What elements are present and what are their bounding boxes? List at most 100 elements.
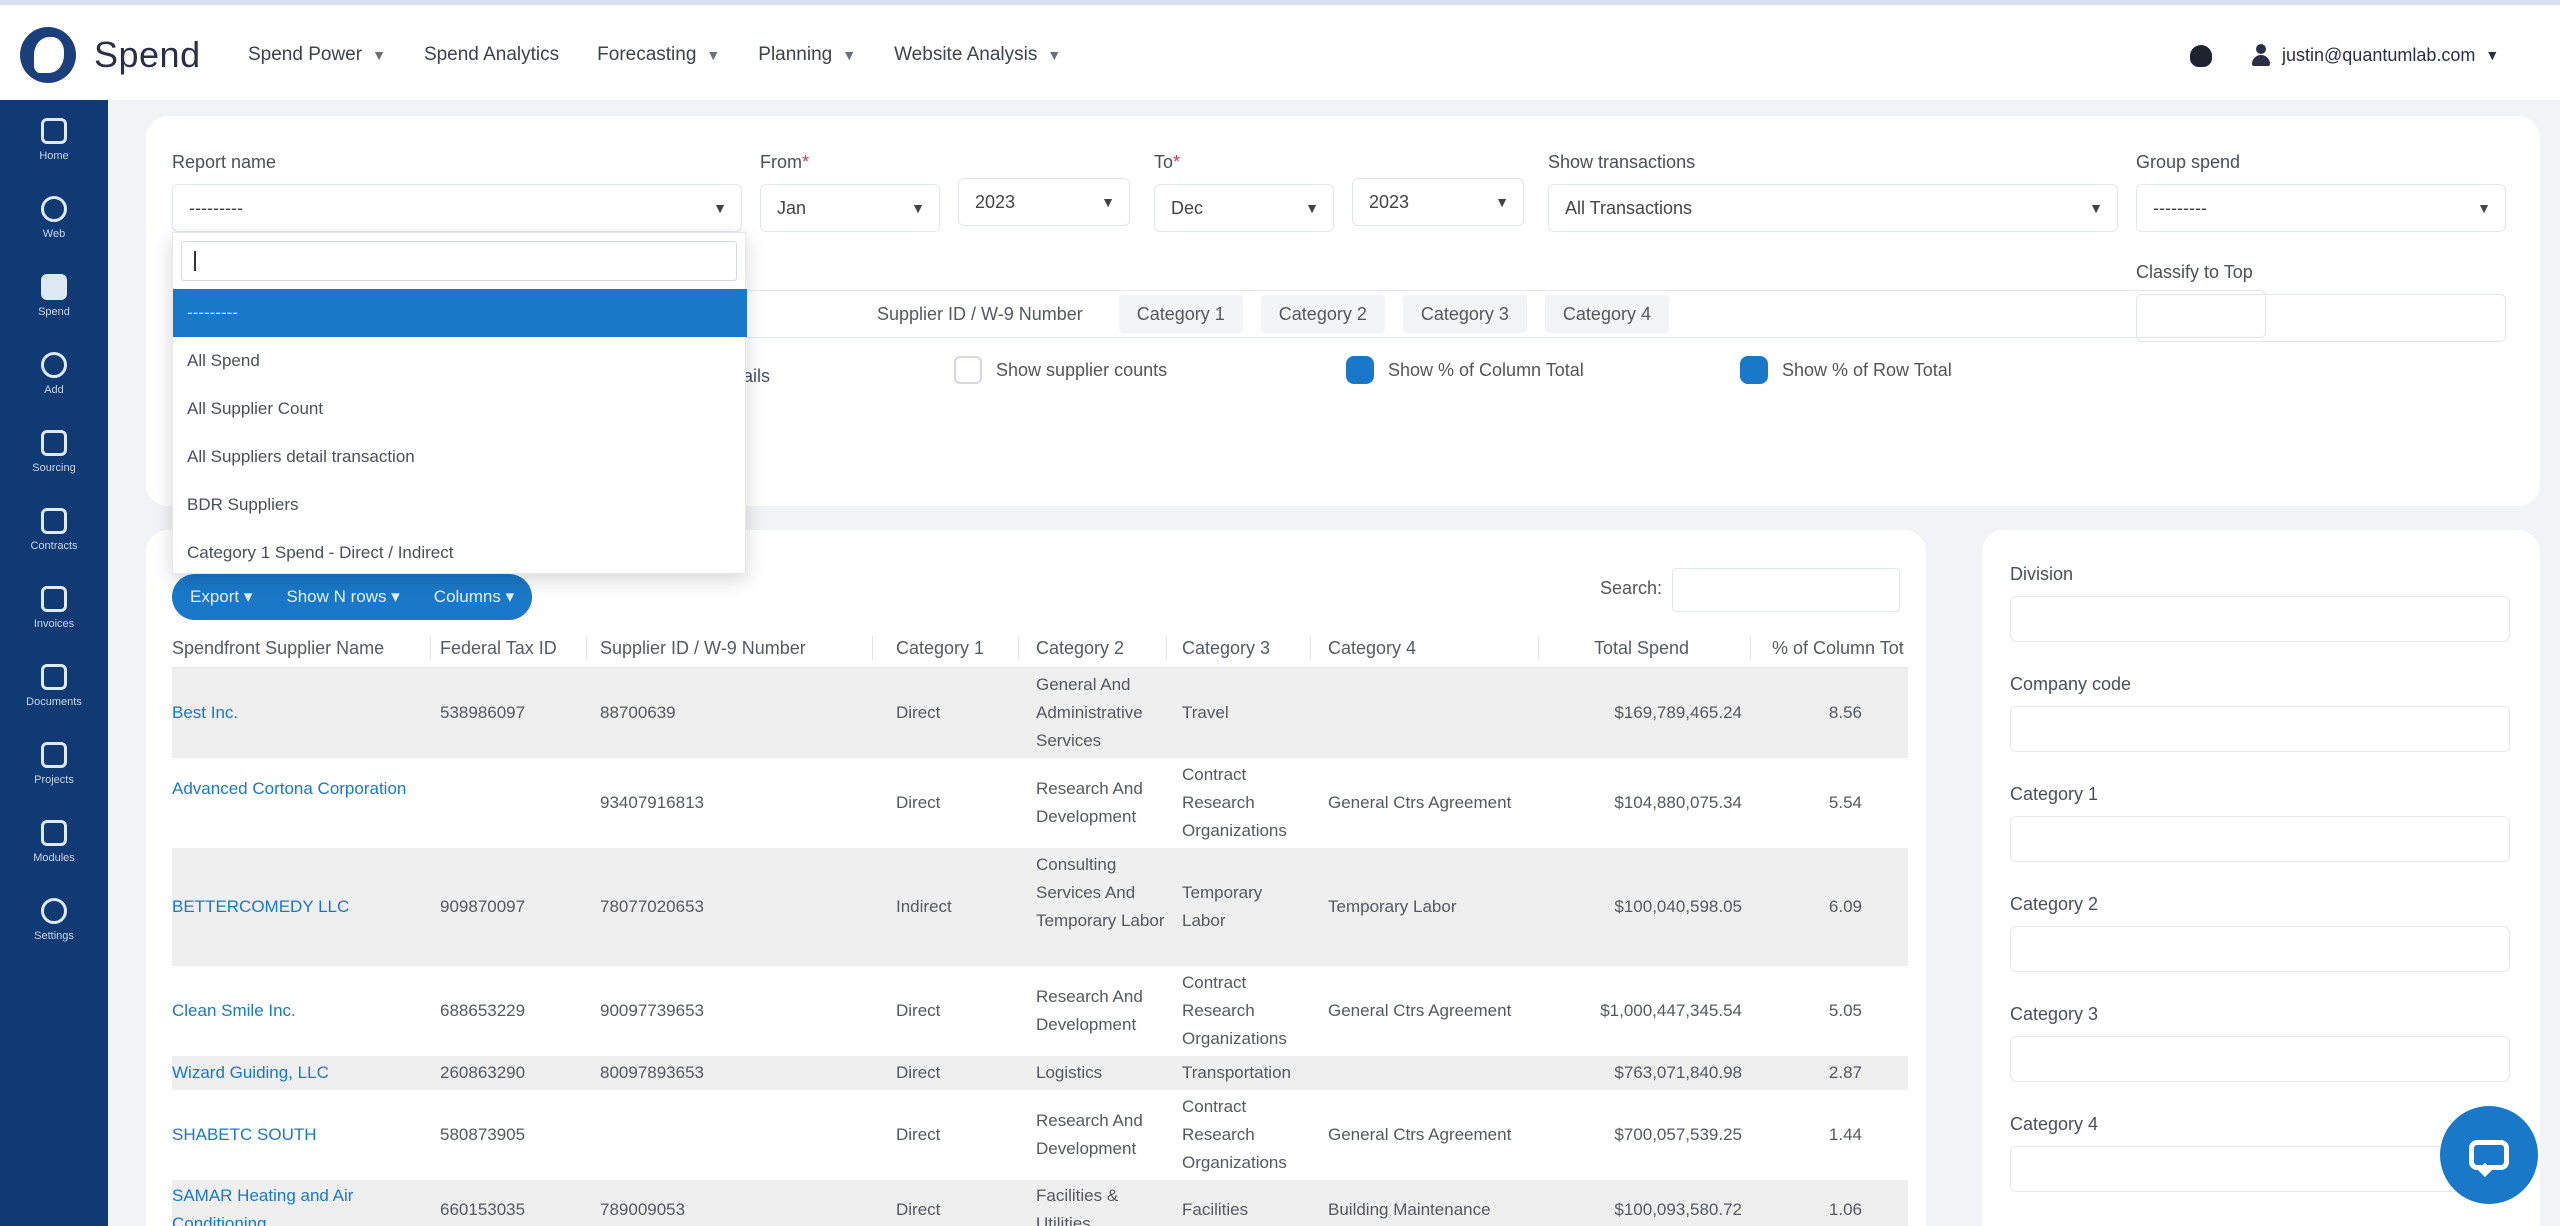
option-pct-column-total[interactable]: Show % of Column Total — [1346, 356, 1584, 384]
dropdown-option[interactable]: Category 1 Spend - Direct / Indirect — [173, 529, 747, 577]
table-row: SAMAR Heating and Air Conditioning 66015… — [172, 1180, 1908, 1226]
supplier-name-link[interactable]: Wizard Guiding, LLC — [172, 1059, 422, 1087]
supplier-name-link[interactable]: Advanced Cortona Corporation — [172, 775, 422, 803]
sidebar-item-label: Contracts — [30, 540, 78, 552]
main-nav: Spend Power ▼ Spend Analytics Forecasting… — [248, 5, 1099, 105]
column-header[interactable]: Category 1 — [896, 638, 984, 659]
checkbox[interactable] — [954, 356, 982, 384]
select-value: --------- — [189, 197, 243, 218]
column-selector[interactable]: Supplier ID / W-9 Number Category 1 Cate… — [716, 290, 2266, 338]
nav-item-spend-analytics[interactable]: Spend Analytics — [424, 44, 559, 66]
sidebar-item-add[interactable]: Add — [0, 346, 108, 416]
pct-column-cell: 1.06 — [1828, 1200, 1862, 1219]
column-header[interactable]: Category 4 — [1328, 638, 1416, 659]
dropdown-search-input[interactable] — [181, 241, 737, 281]
column-header[interactable]: Category 2 — [1036, 638, 1124, 659]
to-year-select[interactable]: 2023 ▼ — [1352, 178, 1524, 226]
sidebar-item-web[interactable]: Web — [0, 190, 108, 260]
supplier-name-link[interactable]: Clean Smile Inc. — [172, 997, 422, 1025]
select-value: 2023 — [1369, 191, 1410, 212]
category4-cell: General Ctrs Agreement — [1328, 1001, 1512, 1020]
sidebar-item-sourcing[interactable]: Sourcing — [0, 424, 108, 494]
report-name-select[interactable]: --------- ▼ — [172, 184, 742, 232]
category3-cell: Transportation — [1182, 1063, 1291, 1082]
sidebar-item-settings[interactable]: Settings — [0, 892, 108, 962]
nav-item-spend-power[interactable]: Spend Power ▼ — [248, 44, 386, 66]
category2-input[interactable] — [2010, 926, 2510, 972]
column-chip[interactable]: Category 4 — [1544, 295, 1669, 333]
supplier-name-link[interactable]: SHABETC SOUTH — [172, 1121, 422, 1149]
sidebar-item-projects[interactable]: Projects — [0, 736, 108, 806]
option-supplier-counts[interactable]: Show supplier counts — [954, 356, 1167, 384]
total-spend-cell: $763,071,840.98 — [1614, 1063, 1742, 1082]
brand[interactable]: Spend — [20, 23, 201, 87]
nav-item-planning[interactable]: Planning ▼ — [758, 44, 856, 66]
dropdown-option[interactable]: All Suppliers detail transaction — [173, 433, 747, 481]
supplier-name-link[interactable]: Best Inc. — [172, 699, 422, 727]
column-header[interactable]: % of Column Tot — [1772, 638, 1904, 659]
checkbox-checked[interactable] — [1346, 356, 1374, 384]
category2-cell: Research And Development — [1036, 987, 1143, 1034]
sidebar-item-documents[interactable]: Documents — [0, 658, 108, 728]
division-input[interactable] — [2010, 596, 2510, 642]
show-rows-button[interactable]: Show N rows ▾ — [286, 587, 399, 607]
columns-button[interactable]: Columns ▾ — [434, 587, 514, 607]
category1-input[interactable] — [2010, 816, 2510, 862]
nav-item-website-analysis[interactable]: Website Analysis ▼ — [894, 44, 1061, 66]
sidebar-item-spend[interactable]: Spend — [0, 268, 108, 338]
folder-icon — [41, 664, 67, 690]
report-table-card: Export ▾ Show N rows ▾ Columns ▾ Search:… — [146, 530, 1926, 1226]
sidebar-item-invoices[interactable]: Invoices — [0, 580, 108, 650]
category3-input[interactable] — [2010, 1036, 2510, 1082]
group-spend-select[interactable]: --------- ▼ — [2136, 184, 2506, 232]
tax-id-cell: 660153035 — [440, 1200, 526, 1219]
category4-input[interactable] — [2010, 1146, 2510, 1192]
column-chip[interactable]: Category 1 — [1118, 295, 1243, 333]
sidebar-item-label: Spend — [38, 306, 70, 318]
sidebar-item-label: Settings — [34, 930, 74, 942]
dropdown-option[interactable]: All Supplier Count — [173, 385, 747, 433]
sidebar-item-home[interactable]: Home — [0, 112, 108, 182]
chat-widget-button[interactable] — [2440, 1106, 2538, 1204]
export-button[interactable]: Export ▾ — [190, 587, 252, 607]
notification-bell-icon[interactable] — [2190, 45, 2212, 67]
company-code-input[interactable] — [2010, 706, 2510, 752]
category2-cell: Research And Development — [1036, 779, 1143, 826]
to-month-select[interactable]: Dec ▼ — [1154, 184, 1334, 232]
column-chip[interactable]: Supplier ID / W-9 Number — [747, 295, 1101, 333]
supplier-name-link[interactable]: SAMAR Heating and Air Conditioning — [172, 1182, 422, 1226]
dropdown-option[interactable]: BDR Suppliers — [173, 481, 747, 529]
user-menu[interactable]: justin@quantumlab.com ▼ — [2252, 39, 2499, 71]
user-email: justin@quantumlab.com — [2282, 44, 2476, 65]
column-header[interactable]: Category 3 — [1182, 638, 1270, 659]
total-spend-cell: $100,093,580.72 — [1614, 1200, 1742, 1219]
dropdown-option[interactable]: All Spend — [173, 337, 747, 385]
pct-column-cell: 6.09 — [1828, 897, 1862, 916]
column-header[interactable]: Supplier ID / W-9 Number — [600, 638, 806, 659]
table-search-input[interactable] — [1672, 568, 1900, 612]
supplier-name-link[interactable]: BETTERCOMEDY LLC — [172, 893, 422, 921]
column-divider — [872, 636, 873, 660]
show-transactions-select[interactable]: All Transactions ▼ — [1548, 184, 2118, 232]
checkbox-checked[interactable] — [1740, 356, 1768, 384]
total-spend-cell: $104,880,075.34 — [1614, 793, 1742, 812]
column-divider — [1018, 636, 1019, 660]
pct-column-cell: 1.44 — [1828, 1125, 1862, 1144]
column-header[interactable]: Federal Tax ID — [440, 638, 557, 659]
dropdown-option[interactable]: --------- — [173, 289, 747, 337]
category4-cell: General Ctrs Agreement — [1328, 1125, 1512, 1144]
tax-id-cell: 260863290 — [440, 1063, 526, 1082]
sidebar-item-modules[interactable]: Modules — [0, 814, 108, 884]
from-month-select[interactable]: Jan ▼ — [760, 184, 940, 232]
column-chip[interactable]: Category 2 — [1260, 295, 1385, 333]
division-label: Division — [2010, 564, 2074, 584]
nav-item-forecasting[interactable]: Forecasting ▼ — [597, 44, 720, 66]
column-header[interactable]: Spendfront Supplier Name — [172, 638, 384, 659]
from-year-select[interactable]: 2023 ▼ — [958, 178, 1130, 226]
supplier-id-cell: 88700639 — [600, 703, 676, 722]
column-chip[interactable]: Category 3 — [1402, 295, 1527, 333]
sidebar-item-contracts[interactable]: Contracts — [0, 502, 108, 572]
option-pct-row-total[interactable]: Show % of Row Total — [1740, 356, 1952, 384]
chevron-down-icon: ▼ — [1047, 47, 1062, 63]
column-header[interactable]: Total Spend — [1594, 638, 1689, 659]
